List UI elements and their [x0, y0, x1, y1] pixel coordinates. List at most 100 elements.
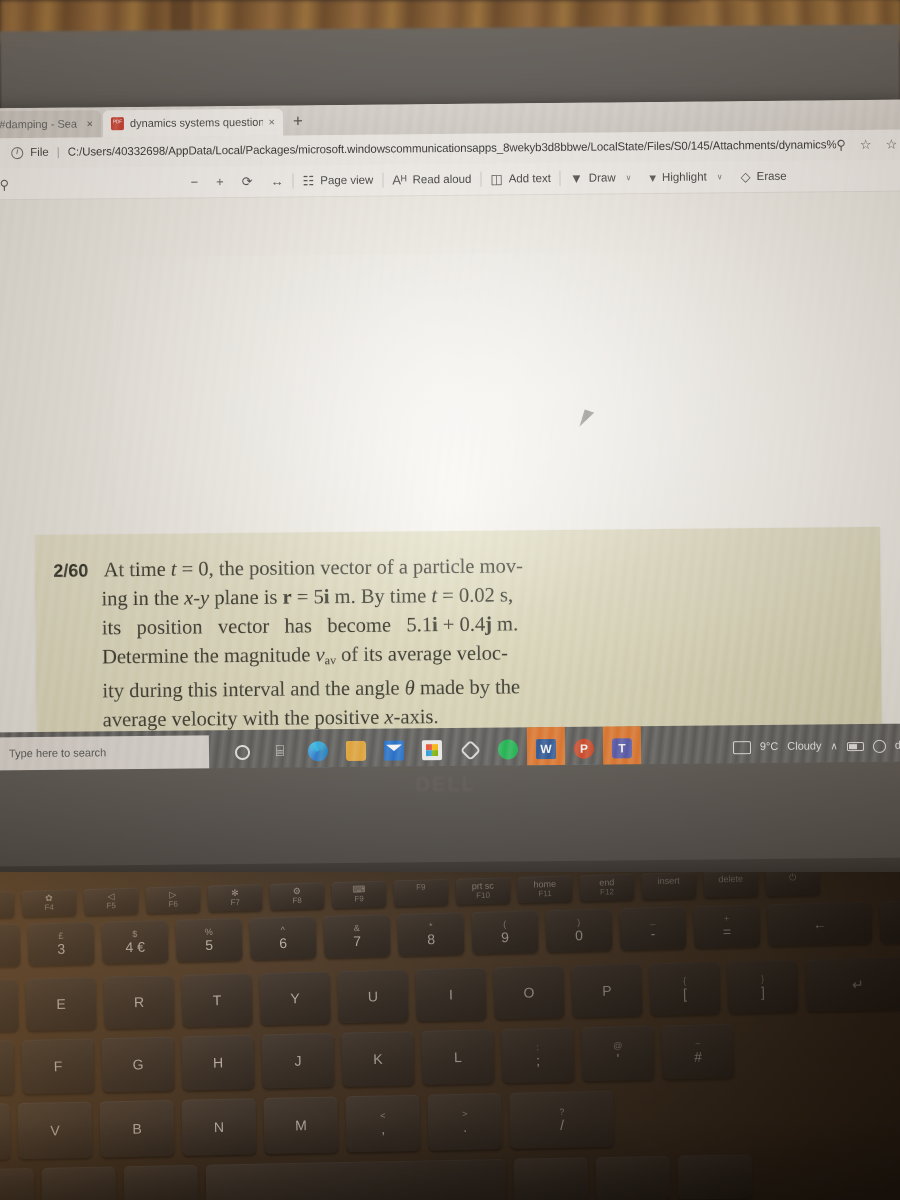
- taskbar-search-input[interactable]: Type here to search: [0, 735, 210, 772]
- key-shift-label: ?: [559, 1106, 565, 1117]
- key-e[interactable]: E: [25, 977, 97, 1031]
- key-sym[interactable]: ⚙ F8: [269, 882, 325, 910]
- key-end[interactable]: end F12: [579, 873, 635, 902]
- key-shift-label: $: [132, 928, 138, 939]
- key-k[interactable]: K: [341, 1031, 415, 1087]
- highlighter-icon: ▾: [649, 169, 657, 185]
- key-delete[interactable]: delete: [703, 872, 759, 898]
- read-aloud-button[interactable]: Aᴴ Read aloud: [383, 172, 480, 188]
- key-n[interactable]: N: [181, 1098, 257, 1156]
- new-tab-button[interactable]: +: [288, 111, 308, 132]
- key-sym[interactable]: }]: [727, 959, 799, 1014]
- highlight-button[interactable]: ▾ Highlight ∨: [640, 169, 731, 186]
- key-g[interactable]: G: [101, 1036, 175, 1093]
- key-insert[interactable]: insert: [641, 872, 697, 900]
- key-b[interactable]: B: [99, 1099, 175, 1158]
- key-h[interactable]: H: [181, 1034, 255, 1091]
- key-r[interactable]: R: [103, 975, 175, 1029]
- key-y[interactable]: Y: [259, 971, 331, 1026]
- browser-tab-2[interactable]: dynamics systems questions 1[1 ×: [102, 108, 284, 138]
- draw-button[interactable]: ▼ Draw ∨: [561, 170, 641, 186]
- key-sym[interactable]: + =: [693, 904, 761, 949]
- key-sym[interactable]: ✿ F4: [21, 889, 77, 917]
- key-sym[interactable]: _ -: [619, 906, 687, 951]
- key-9[interactable]: (9: [471, 910, 539, 955]
- key-i[interactable]: I: [415, 967, 487, 1022]
- key-3[interactable]: £3: [27, 921, 95, 966]
- key-0[interactable]: ) 0: [545, 908, 613, 953]
- key-sym[interactable]: ⌨ F9: [331, 880, 387, 909]
- key-sym[interactable]: ~ #: [661, 1023, 735, 1080]
- erase-button[interactable]: ◇ Erase: [732, 168, 796, 185]
- favorites-icon[interactable]: ☆: [885, 137, 897, 153]
- rotate-icon[interactable]: ⟳: [233, 173, 262, 189]
- key-sym[interactable]: ? /: [509, 1090, 615, 1149]
- key-sym[interactable]: ↵: [805, 957, 900, 1012]
- key-spacebar-row-0[interactable]: [0, 1167, 35, 1200]
- chevron-up-icon[interactable]: ∧: [830, 741, 837, 752]
- network-icon[interactable]: [872, 739, 886, 753]
- key-blank[interactable]: F3: [0, 891, 15, 919]
- battery-icon[interactable]: [846, 741, 864, 751]
- key-sym[interactable]: @ ': [581, 1025, 655, 1082]
- key-f[interactable]: F: [21, 1038, 95, 1094]
- key-4[interactable]: $4 €: [101, 920, 169, 964]
- key-6[interactable]: ^ 6: [249, 916, 317, 960]
- close-icon[interactable]: ×: [86, 118, 93, 130]
- key-d[interactable]: D: [0, 1040, 15, 1096]
- key-sym[interactable]: ✻ F7: [207, 884, 263, 912]
- pdf-page-canvas[interactable]: 2/60 At time t = 0, the position vector …: [0, 191, 900, 777]
- key-sym[interactable]: ~: [0, 923, 21, 968]
- fit-page-icon[interactable]: ↔: [262, 173, 293, 189]
- site-info-icon[interactable]: [11, 147, 24, 160]
- add-text-button[interactable]: ◫ Add text: [481, 170, 560, 187]
- zoom-out-button[interactable]: −: [181, 174, 207, 189]
- key-7[interactable]: & 7: [323, 914, 391, 958]
- key-sym[interactable]: {[: [649, 961, 721, 1016]
- address-url-text[interactable]: C:/Users/40332698/AppData/Local/Packages…: [68, 139, 837, 158]
- zoom-in-button[interactable]: +: [207, 174, 233, 189]
- key-w[interactable]: W: [0, 979, 19, 1033]
- key-c[interactable]: C: [0, 1103, 11, 1161]
- taskbar-search-placeholder: Type here to search: [8, 747, 107, 761]
- key-p[interactable]: P: [571, 963, 643, 1018]
- key-sym[interactable]: ▷ F6: [145, 885, 201, 914]
- key-spacebar-row-4[interactable]: [513, 1157, 589, 1200]
- key-spacebar-row-3[interactable]: [205, 1158, 507, 1200]
- pdf-search-icon[interactable]: ⚲: [0, 177, 9, 193]
- key-spacebar-row-1[interactable]: [41, 1166, 117, 1200]
- key-m[interactable]: M: [263, 1096, 339, 1155]
- key-5[interactable]: % 5: [175, 918, 243, 962]
- key-sym[interactable]: ←: [767, 901, 873, 947]
- browser-tab-1[interactable]: ent #damping - Sea ×: [0, 110, 102, 139]
- key-o[interactable]: O: [493, 965, 565, 1020]
- key-home[interactable]: home F11: [517, 875, 573, 903]
- weather-icon[interactable]: [732, 740, 751, 754]
- key-label: I: [448, 986, 454, 1003]
- key-fn-label: F11: [538, 889, 552, 899]
- key-t[interactable]: T: [181, 973, 253, 1027]
- key-sym[interactable]: ⏻: [765, 872, 821, 897]
- page-view-button[interactable]: ☷ Page view: [294, 172, 383, 189]
- key-lock[interactable]: numlock: [879, 899, 900, 944]
- chevron-down-icon[interactable]: ∨: [626, 173, 632, 182]
- chevron-down-icon[interactable]: ∨: [717, 172, 723, 181]
- key-8[interactable]: * 8: [397, 912, 465, 956]
- key-sym[interactable]: ◁ F5: [83, 887, 139, 916]
- key-u[interactable]: U: [337, 969, 409, 1024]
- key-l[interactable]: L: [421, 1029, 495, 1085]
- key-spacebar-row-5[interactable]: [595, 1155, 671, 1200]
- key-prt-sc[interactable]: prt sc F10: [455, 877, 511, 905]
- search-icon[interactable]: ⚲: [836, 137, 846, 153]
- key-spacebar-row-6[interactable]: [677, 1154, 753, 1200]
- add-to-favorites-icon[interactable]: ☆: [860, 137, 872, 153]
- key-sym[interactable]: <,: [345, 1094, 421, 1153]
- key-v[interactable]: V: [17, 1101, 93, 1160]
- close-icon[interactable]: ×: [268, 116, 275, 128]
- key-blank[interactable]: F9: [393, 878, 449, 907]
- key-label: 4 €: [125, 938, 146, 956]
- key-sym[interactable]: :;: [501, 1027, 575, 1084]
- key-j[interactable]: J: [261, 1032, 335, 1089]
- key-spacebar-row-2[interactable]: [123, 1164, 199, 1200]
- key-sym[interactable]: >.: [427, 1093, 503, 1151]
